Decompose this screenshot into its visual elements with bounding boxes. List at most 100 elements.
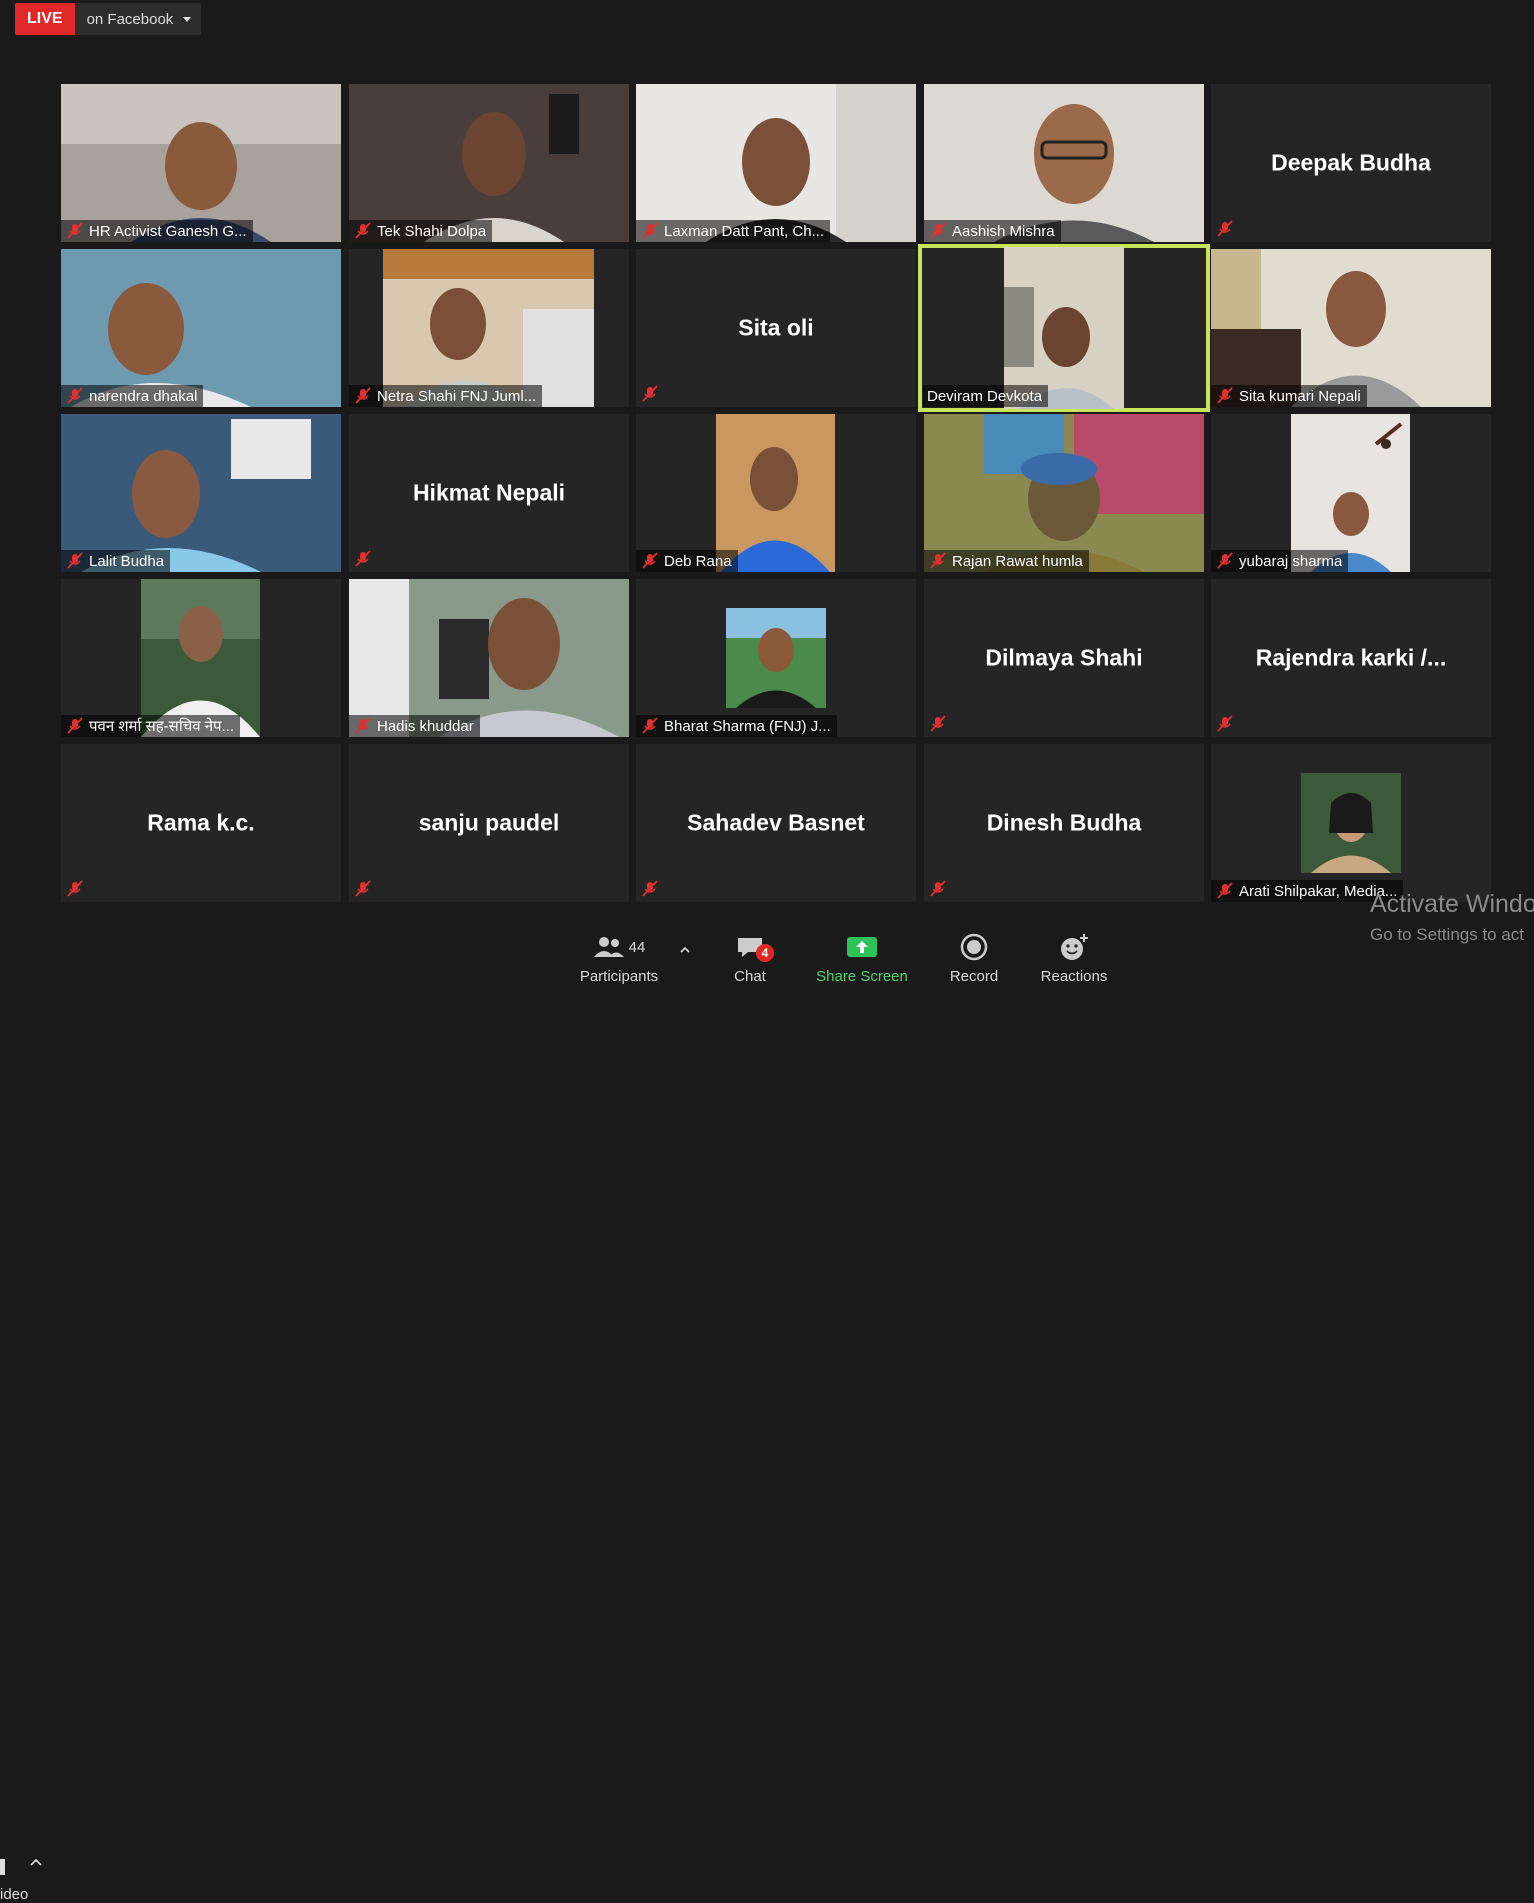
participant-name-placeholder: Hikmat Nepali xyxy=(412,479,566,506)
participant-tile[interactable]: Laxman Datt Pant, Ch... xyxy=(636,84,916,242)
mic-muted-icon xyxy=(355,550,371,567)
mic-muted-icon xyxy=(1217,552,1233,569)
participant-video xyxy=(1211,249,1491,407)
mic-muted-icon xyxy=(642,385,658,402)
reactions-icon xyxy=(1061,934,1088,960)
participant-tile[interactable]: sanju paudel xyxy=(349,744,629,902)
participant-tile[interactable]: Netra Shahi FNJ Juml... xyxy=(349,249,629,407)
participant-tile[interactable]: Sita kumari Nepali xyxy=(1211,249,1491,407)
live-destination-dropdown[interactable]: on Facebook xyxy=(74,3,202,35)
gallery-grid: HR Activist Ganesh G... Tek Shahi Dolpa … xyxy=(61,84,1491,902)
participant-name-bar: Bharat Sharma (FNJ) J... xyxy=(636,715,837,737)
participant-name-bar: Hadis khuddar xyxy=(349,715,480,737)
video-icon-fragment xyxy=(0,1859,5,1875)
mic-muted-icon xyxy=(67,552,83,569)
participant-name-placeholder: Rajendra karki /... xyxy=(1255,644,1447,671)
participant-name-placeholder: Sita oli xyxy=(738,314,814,341)
participant-name-bar: Deb Rana xyxy=(636,550,738,572)
mic-muted-icon xyxy=(642,717,658,734)
video-label[interactable]: ideo xyxy=(0,1886,28,1903)
participant-video xyxy=(636,84,916,242)
mic-muted-icon xyxy=(67,717,83,734)
participants-button[interactable]: 44 Participants xyxy=(578,932,660,985)
participant-video xyxy=(1291,414,1410,572)
participant-tile[interactable]: Bharat Sharma (FNJ) J... xyxy=(636,579,916,737)
participant-name-bar: Tek Shahi Dolpa xyxy=(349,220,493,242)
participant-tile[interactable]: Tek Shahi Dolpa xyxy=(349,84,629,242)
participant-name-placeholder: Deepak Budha xyxy=(1271,149,1431,176)
participant-video xyxy=(61,249,341,407)
participant-tile[interactable]: narendra dhakal xyxy=(61,249,341,407)
participant-tile[interactable]: Dinesh Budha xyxy=(924,744,1204,902)
mic-muted-icon xyxy=(930,880,946,897)
share-screen-icon xyxy=(847,937,877,957)
participant-tile[interactable]: Deepak Budha xyxy=(1211,84,1491,242)
participant-video xyxy=(349,579,629,737)
participant-tile[interactable]: Hadis khuddar xyxy=(349,579,629,737)
participant-name-placeholder: Dilmaya Shahi xyxy=(985,644,1143,671)
participants-chevron-up-icon[interactable] xyxy=(680,946,690,953)
record-button[interactable]: Record xyxy=(944,932,1004,985)
reactions-button[interactable]: Reactions xyxy=(1036,932,1112,985)
mic-muted-icon xyxy=(930,552,946,569)
mic-muted-icon xyxy=(1217,715,1233,732)
participant-video xyxy=(61,84,341,242)
participant-tile[interactable]: Rama k.c. xyxy=(61,744,341,902)
meeting-toolbar: ideo 44 Participants 4 Chat Share Screen… xyxy=(0,918,1534,1903)
mic-muted-icon xyxy=(355,387,371,404)
live-destination-label: on Facebook xyxy=(86,10,174,28)
participant-video xyxy=(141,579,260,737)
participant-tile[interactable]: Sita oli xyxy=(636,249,916,407)
participant-tile[interactable]: Deb Rana xyxy=(636,414,916,572)
participant-video xyxy=(61,414,341,572)
mic-muted-icon xyxy=(355,880,371,897)
mic-muted-icon xyxy=(642,222,658,239)
caret-down-icon xyxy=(183,16,192,22)
mic-muted-icon xyxy=(930,222,946,239)
mic-muted-icon xyxy=(355,717,371,734)
mic-muted-icon xyxy=(642,552,658,569)
mic-muted-icon xyxy=(1217,882,1233,899)
live-badge: LIVE xyxy=(15,3,75,35)
participant-name-bar: narendra dhakal xyxy=(61,385,204,407)
participant-name-bar: Aashish Mishra xyxy=(924,220,1061,242)
participant-tile[interactable]: Rajan Rawat humla xyxy=(924,414,1204,572)
participant-tile[interactable]: yubaraj sharma xyxy=(1211,414,1491,572)
live-indicator[interactable]: LIVE on Facebook xyxy=(15,3,202,35)
participant-name-bar: Sita kumari Nepali xyxy=(1211,385,1367,407)
mic-muted-icon xyxy=(67,222,83,239)
participant-name-placeholder: sanju paudel xyxy=(418,809,560,836)
participant-tile[interactable]: Dilmaya Shahi xyxy=(924,579,1204,737)
participant-tile-active-speaker[interactable]: Deviram Devkota xyxy=(918,244,1210,412)
mic-muted-icon xyxy=(1217,387,1233,404)
participant-tile[interactable]: Aashish Mishra xyxy=(924,84,1204,242)
participant-video xyxy=(383,249,594,407)
participant-name-bar: Rajan Rawat humla xyxy=(924,550,1089,572)
participants-count: 44 xyxy=(628,938,646,956)
participant-name-placeholder: Dinesh Budha xyxy=(986,809,1142,836)
mic-muted-icon xyxy=(355,222,371,239)
participant-name-placeholder: Sahadev Basnet xyxy=(687,809,865,836)
participant-name-bar: Deviram Devkota xyxy=(923,385,1049,407)
participant-name-bar: Lalit Budha xyxy=(61,550,171,572)
participant-name-bar: HR Activist Ganesh G... xyxy=(61,220,253,242)
participant-video xyxy=(726,608,826,708)
mic-muted-icon xyxy=(67,387,83,404)
mic-muted-icon xyxy=(642,880,658,897)
participant-name-bar: Netra Shahi FNJ Juml... xyxy=(349,385,543,407)
participant-tile[interactable]: Hikmat Nepali xyxy=(349,414,629,572)
participant-video xyxy=(1301,773,1401,873)
share-screen-button[interactable]: Share Screen xyxy=(813,932,911,985)
participant-tile[interactable]: Lalit Budha xyxy=(61,414,341,572)
participant-tile[interactable]: पवन शर्मा सह-सचिव नेप... xyxy=(61,579,341,737)
participant-tile[interactable]: HR Activist Ganesh G... xyxy=(61,84,341,242)
participant-name-bar: पवन शर्मा सह-सचिव नेप... xyxy=(61,715,241,737)
participant-tile[interactable]: Arati Shilpakar, Media... xyxy=(1211,744,1491,902)
chevron-up-icon[interactable] xyxy=(30,1858,42,1866)
participant-tile[interactable]: Sahadev Basnet xyxy=(636,744,916,902)
participant-video xyxy=(349,84,629,242)
chat-unread-badge: 4 xyxy=(756,944,774,962)
participant-video xyxy=(924,84,1204,242)
participant-tile[interactable]: Rajendra karki /... xyxy=(1211,579,1491,737)
chat-button[interactable]: 4 Chat xyxy=(720,932,780,985)
